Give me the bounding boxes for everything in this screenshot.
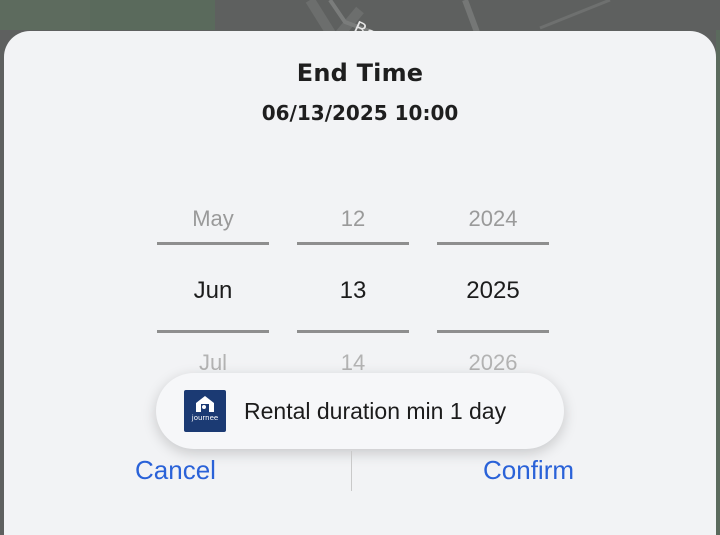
- date-picker-sheet: End Time 06/13/2025 10:00 May Jun Jul 12…: [4, 31, 716, 535]
- year-prev[interactable]: 2024: [437, 206, 549, 232]
- cancel-button[interactable]: Cancel: [135, 455, 216, 486]
- day-wheel[interactable]: 12 13 14: [297, 196, 409, 376]
- selection-line-top: [157, 242, 269, 245]
- selection-line-bottom: [437, 330, 549, 333]
- selected-datetime: 06/13/2025 10:00: [261, 101, 459, 125]
- actions-divider: [351, 451, 352, 491]
- day-current[interactable]: 13: [297, 277, 409, 305]
- month-current[interactable]: Jun: [157, 277, 269, 305]
- confirm-button[interactable]: Confirm: [483, 455, 574, 486]
- year-current[interactable]: 2025: [437, 277, 549, 305]
- selection-line-top: [437, 242, 549, 245]
- logo-text: journee: [191, 414, 219, 422]
- selection-line-bottom: [297, 330, 409, 333]
- year-wheel[interactable]: 2024 2025 2026: [437, 196, 549, 376]
- dialog-actions: Cancel Confirm: [4, 449, 716, 495]
- selection-line-bottom: [157, 330, 269, 333]
- selection-line-top: [297, 242, 409, 245]
- journee-logo: journee: [184, 390, 226, 432]
- month-wheel[interactable]: May Jun Jul: [157, 196, 269, 376]
- toast-notification: journee Rental duration min 1 day: [156, 373, 564, 449]
- month-prev[interactable]: May: [157, 206, 269, 232]
- day-prev[interactable]: 12: [297, 206, 409, 232]
- dialog-title: End Time: [296, 59, 424, 87]
- toast-message: Rental duration min 1 day: [244, 398, 507, 424]
